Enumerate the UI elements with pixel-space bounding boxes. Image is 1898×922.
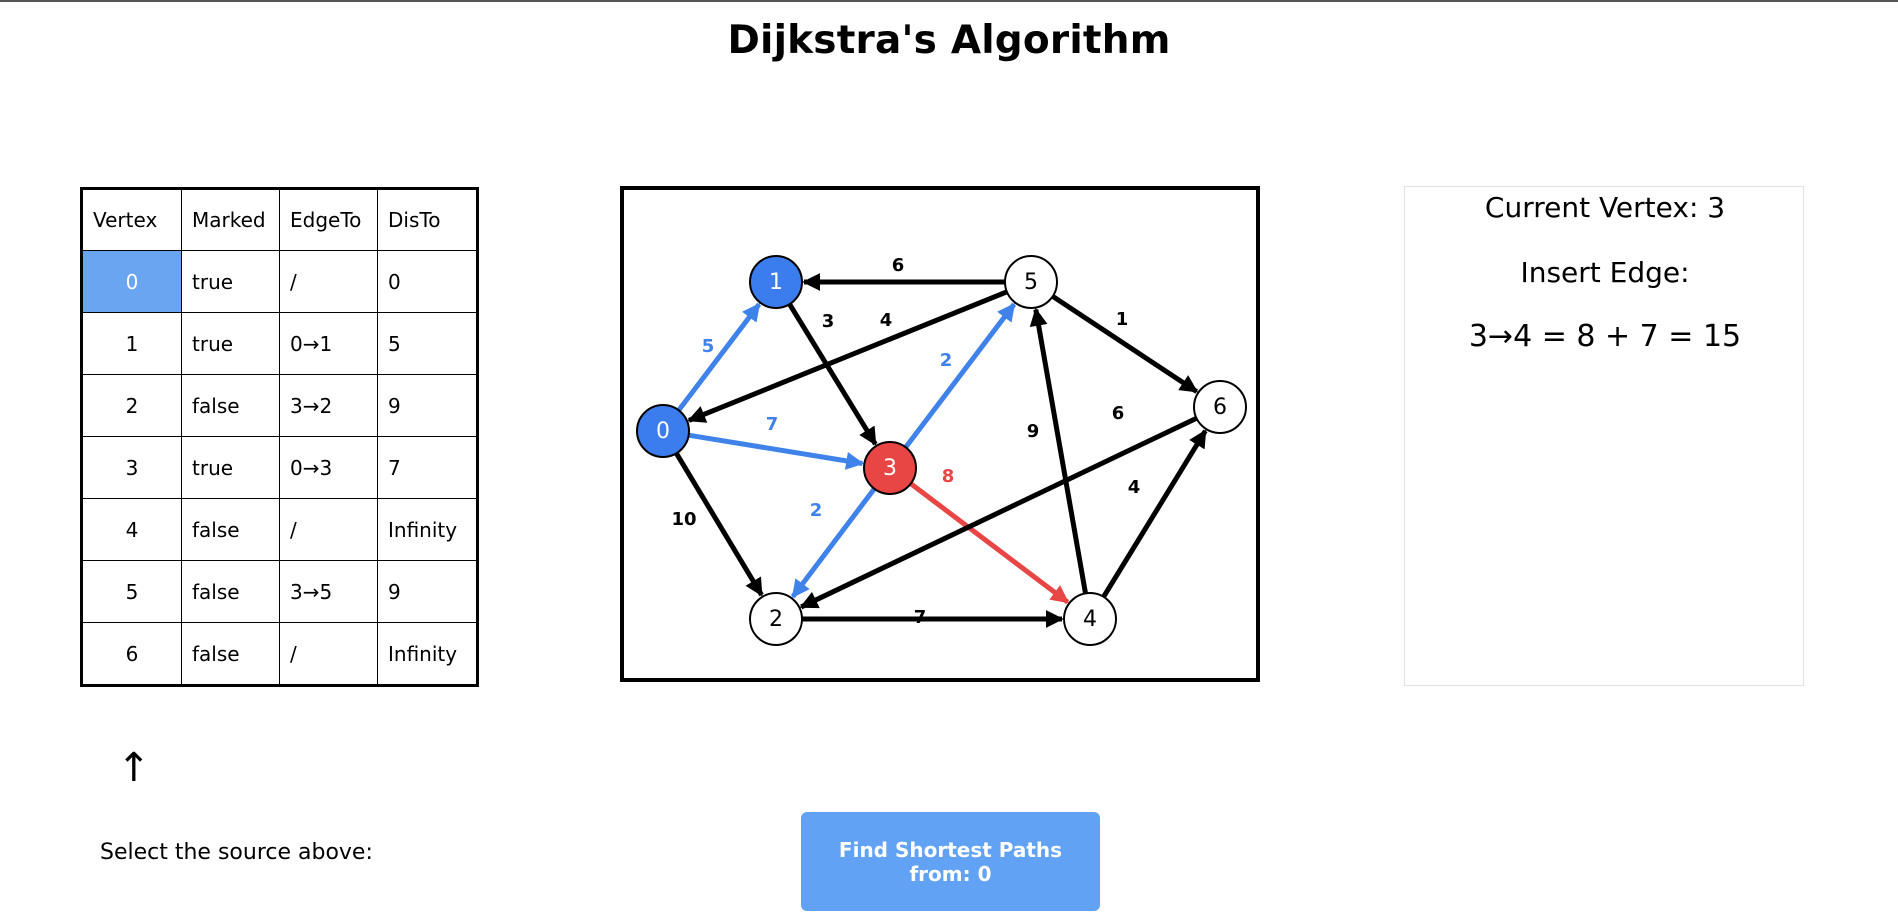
info-panel: Current Vertex: 3 Insert Edge: 3→4 = 8 +…: [1404, 186, 1804, 686]
edgeto-cell: /: [279, 622, 378, 686]
column-header-disto: DisTo: [377, 188, 478, 251]
node-label: 0: [656, 419, 670, 444]
edgeto-cell: 3→5: [279, 560, 378, 623]
table-row: 2 false 3→2 9: [81, 374, 478, 437]
find-shortest-paths-button[interactable]: Find Shortest Paths from: 0: [801, 812, 1100, 911]
edge-6-2: [799, 415, 1198, 610]
graph-canvas: 5 7 10 3 6 4 2 2 8 1 9 6 4 7 0 1 2 3 4 5 6: [620, 186, 1260, 682]
column-header-marked: Marked: [181, 188, 280, 251]
marked-cell: true: [181, 250, 280, 313]
disto-cell: Infinity: [377, 498, 478, 561]
edge-weight-label: 4: [880, 310, 893, 331]
graph-node-5: 5: [1004, 255, 1058, 309]
top-border: [0, 0, 1898, 2]
edge-weight-label: 3: [822, 311, 835, 332]
graph-node-0: 0: [636, 404, 690, 458]
vertex-cell[interactable]: 3: [81, 436, 182, 499]
node-label: 6: [1213, 395, 1227, 420]
edgeto-cell: 0→1: [279, 312, 378, 375]
edge-4-5: [1029, 307, 1088, 594]
node-label: 5: [1024, 270, 1038, 295]
disto-cell: 9: [377, 560, 478, 623]
marked-cell: true: [181, 436, 280, 499]
disto-cell: 0: [377, 250, 478, 313]
edge-weight-label: 7: [914, 607, 927, 628]
graph-node-3: 3: [863, 441, 917, 495]
edgeto-cell: 0→3: [279, 436, 378, 499]
vertex-cell[interactable]: 4: [81, 498, 182, 561]
up-arrow-icon: ↑: [117, 745, 151, 791]
insert-edge-label: Insert Edge:: [1520, 256, 1690, 289]
edge-weight-label: 6: [1112, 403, 1125, 424]
marked-cell: false: [181, 498, 280, 561]
vertex-cell[interactable]: 6: [81, 622, 182, 686]
distance-table: Vertex Marked EdgeTo DisTo 0 true/0 1 true 0…: [80, 187, 479, 687]
node-label: 1: [769, 270, 783, 295]
vertex-cell[interactable]: 5: [81, 560, 182, 623]
vertex-cell[interactable]: 2: [81, 374, 182, 437]
graph-node-1: 1: [749, 255, 803, 309]
vertex-cell[interactable]: 0: [81, 250, 182, 313]
edge-0-3: [688, 432, 865, 470]
column-header-vertex: Vertex: [81, 188, 182, 251]
edge-weight-label: 4: [1128, 477, 1141, 498]
node-label: 4: [1083, 607, 1097, 632]
edge-weight-label: 2: [810, 500, 823, 521]
edge-weight-label: 2: [940, 350, 953, 371]
edge-relaxation-equation: 3→4 = 8 + 7 = 15: [1468, 319, 1742, 354]
marked-cell: false: [181, 622, 280, 686]
current-vertex-text: Current Vertex: 3: [1484, 191, 1726, 224]
table-row: 6 false / Infinity: [81, 622, 478, 686]
marked-cell: true: [181, 312, 280, 375]
edge-weight-label: 9: [1027, 421, 1040, 442]
node-label: 3: [883, 456, 897, 481]
disto-cell: 7: [377, 436, 478, 499]
marked-cell: false: [181, 560, 280, 623]
edgeto-cell: /: [279, 250, 378, 313]
disto-cell: 5: [377, 312, 478, 375]
edgeto-cell: /: [279, 498, 378, 561]
edge-weight-label: 6: [892, 255, 905, 276]
table-header-row: Vertex Marked EdgeTo DisTo: [81, 188, 478, 251]
column-header-edgeto: EdgeTo: [279, 188, 378, 251]
graph-node-4: 4: [1063, 592, 1117, 646]
disto-cell: Infinity: [377, 622, 478, 686]
table-row: 5 false 3→5 9: [81, 560, 478, 623]
table-row: 4 false / Infinity: [81, 498, 478, 561]
node-label: 2: [769, 607, 783, 632]
table-row: 0 true/0: [81, 250, 478, 313]
graph-node-2: 2: [749, 592, 803, 646]
edge-weight-label: 5: [702, 336, 715, 357]
graph-node-6: 6: [1193, 380, 1247, 434]
edge-weight-label: 10: [671, 509, 696, 530]
edge-weight-label: 1: [1116, 309, 1129, 330]
edge-weight-label: 7: [766, 414, 779, 435]
disto-cell: 9: [377, 374, 478, 437]
table-row: 1 true 0→1 5: [81, 312, 478, 375]
select-source-label: Select the source above:: [100, 840, 373, 865]
page-title: Dijkstra's Algorithm: [727, 18, 1171, 63]
vertex-cell[interactable]: 1: [81, 312, 182, 375]
graph-svg: 5 7 10 3 6 4 2 2 8 1 9 6 4 7 0 1 2 3 4 5 6: [636, 255, 1247, 646]
edgeto-cell: 3→2: [279, 374, 378, 437]
table-row: 3 true 0→3 7: [81, 436, 478, 499]
marked-cell: false: [181, 374, 280, 437]
edge-weight-label: 8: [942, 466, 955, 487]
